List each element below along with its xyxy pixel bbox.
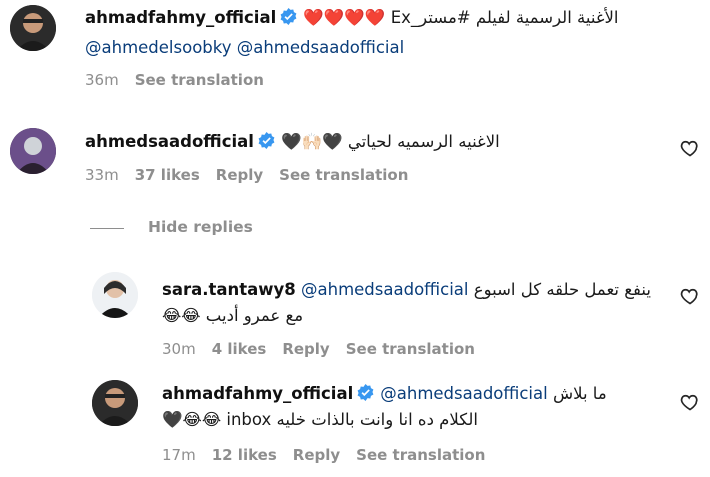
timestamp: 33m (85, 166, 119, 184)
username[interactable]: ahmadfahmy_official (85, 8, 276, 27)
reply-button[interactable]: Reply (216, 166, 263, 184)
heart-outline-icon[interactable] (680, 392, 700, 412)
timestamp: 17m (162, 446, 196, 464)
comment-text-line2: مع عمرو أديب 😂😂 (162, 306, 304, 325)
see-translation-link[interactable]: See translation (346, 340, 475, 358)
verified-badge-icon (258, 132, 275, 149)
heart-outline-icon[interactable] (680, 286, 700, 306)
divider-line (90, 228, 124, 229)
likes-count[interactable]: 4 likes (212, 340, 267, 358)
avatar[interactable] (92, 272, 138, 318)
comment-text: ينفع تعمل حلقه كل اسبوع (473, 280, 651, 299)
likes-count[interactable]: 37 likes (135, 166, 200, 184)
timestamp: 30m (162, 340, 196, 358)
avatar-photo (92, 380, 138, 426)
avatar-photo (10, 5, 56, 51)
verified-badge-icon (357, 384, 374, 401)
reply-button[interactable]: Reply (293, 446, 340, 464)
username[interactable]: ahmedsaadofficial (85, 132, 254, 151)
see-translation-link[interactable]: See translation (356, 446, 485, 464)
comment-text: الاغنيه الرسميه لحياتي 🖤🙌🏻🖤 (280, 132, 500, 151)
mention-link[interactable]: @ahmedsaadofficial (380, 384, 547, 403)
comment-text: ما بلاش (552, 384, 607, 403)
avatar-photo (92, 272, 138, 318)
hide-replies-label[interactable]: Hide replies (148, 218, 253, 236)
mention-links[interactable]: @ahmedelsoobky @ahmedsaadofficial (85, 38, 404, 57)
mention-link[interactable]: @ahmedsaadofficial (301, 280, 468, 299)
see-translation-link[interactable]: See translation (279, 166, 408, 184)
timestamp: 36m (85, 71, 119, 89)
avatar[interactable] (92, 380, 138, 426)
avatar-photo (10, 128, 56, 174)
see-translation-link[interactable]: See translation (135, 71, 264, 89)
avatar[interactable] (10, 128, 56, 174)
username[interactable]: sara.tantawy8 (162, 280, 296, 299)
verified-badge-icon (280, 8, 297, 25)
likes-count[interactable]: 12 likes (212, 446, 277, 464)
username[interactable]: ahmadfahmy_official (162, 384, 353, 403)
avatar[interactable] (10, 5, 56, 51)
comment-text-line2: الكلام ده انا وانت بالذات خليه inbox 😂😂🖤 (162, 410, 478, 429)
reply-button[interactable]: Reply (282, 340, 329, 358)
heart-outline-icon[interactable] (680, 138, 700, 158)
comment-text: الأغنية الرسمية لفيلم #مستر_Ex ❤️❤️❤️❤️ (303, 8, 619, 27)
